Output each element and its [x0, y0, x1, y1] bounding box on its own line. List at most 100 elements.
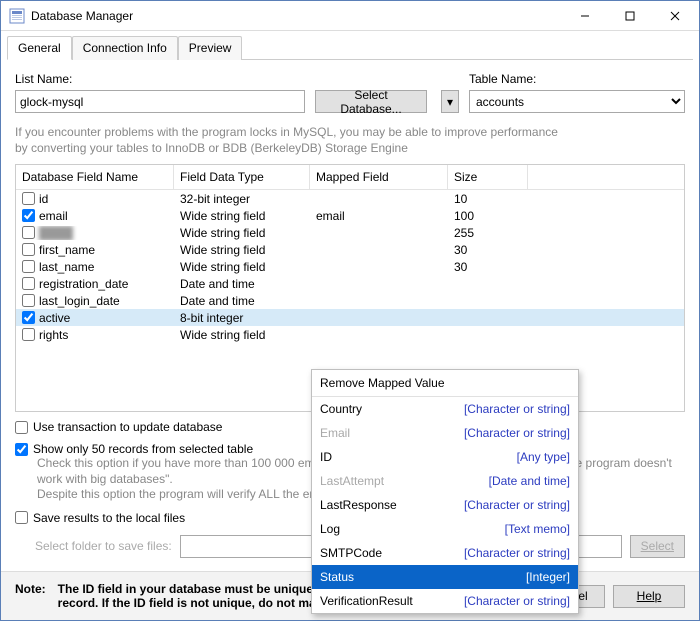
list-name-input[interactable]	[15, 90, 305, 113]
menu-item-type: [Character or string]	[464, 426, 570, 440]
field-size: 255	[448, 226, 528, 240]
table-row[interactable]: registration_date Date and time	[16, 275, 684, 292]
table-row[interactable]: last_name Wide string field 30	[16, 258, 684, 275]
menu-item: LastAttempt[Date and time]	[312, 469, 578, 493]
field-type: Date and time	[174, 294, 310, 308]
row-checkbox[interactable]	[22, 192, 35, 205]
menu-item[interactable]: LastResponse[Character or string]	[312, 493, 578, 517]
table-row[interactable]: id 32-bit integer 10	[16, 190, 684, 207]
col-header-size[interactable]: Size	[448, 165, 528, 189]
field-type: Wide string field	[174, 243, 310, 257]
table-row[interactable]: ████ Wide string field 255	[16, 224, 684, 241]
field-type: Wide string field	[174, 328, 310, 342]
tab-general[interactable]: General	[7, 36, 72, 60]
menu-item-name: VerificationResult	[320, 594, 464, 608]
field-name: email	[39, 209, 68, 223]
row-checkbox[interactable]	[22, 243, 35, 256]
help-button[interactable]: Help	[613, 585, 685, 608]
menu-item[interactable]: SMTPCode[Character or string]	[312, 541, 578, 565]
field-type: Date and time	[174, 277, 310, 291]
row-checkbox[interactable]	[22, 260, 35, 273]
use-transaction-checkbox[interactable]	[15, 421, 28, 434]
chevron-down-icon: ▾	[447, 95, 453, 109]
field-type: Wide string field	[174, 260, 310, 274]
field-mapped: email	[310, 209, 448, 223]
app-window: Database Manager General Connection Info…	[0, 0, 700, 621]
table-name-select[interactable]: accounts	[469, 90, 685, 113]
row-checkbox[interactable]	[22, 328, 35, 341]
menu-item-name: Country	[320, 402, 464, 416]
field-name: registration_date	[39, 277, 128, 291]
folder-select-button: Select	[630, 535, 685, 558]
table-row[interactable]: last_login_dateDate and time	[16, 292, 684, 309]
menu-item: Email[Character or string]	[312, 421, 578, 445]
field-size: 30	[448, 243, 528, 257]
menu-item-type: [Character or string]	[464, 546, 570, 560]
menu-item-name: Log	[320, 522, 505, 536]
app-icon	[9, 8, 25, 24]
menu-item-type: [Any type]	[517, 450, 570, 464]
field-size: 30	[448, 260, 528, 274]
field-name: ████	[39, 226, 73, 240]
row-checkbox[interactable]	[22, 311, 35, 324]
field-type: 32-bit integer	[174, 192, 310, 206]
select-database-button[interactable]: Select Database...	[315, 90, 427, 113]
tab-content: List Name: Select Database... ▾ Table Na…	[1, 60, 699, 571]
note-label: Note:	[15, 582, 46, 610]
window-title: Database Manager	[31, 9, 562, 23]
menu-item-name: LastAttempt	[320, 474, 489, 488]
field-name: rights	[39, 328, 68, 342]
field-name: first_name	[39, 243, 95, 257]
maximize-button[interactable]	[607, 1, 652, 30]
table-body: id32-bit integer10emailWide string field…	[16, 190, 684, 343]
row-checkbox[interactable]	[22, 209, 35, 222]
field-size: 10	[448, 192, 528, 206]
tab-preview[interactable]: Preview	[178, 36, 243, 60]
field-name: active	[39, 311, 70, 325]
col-header-type[interactable]: Field Data Type	[174, 165, 310, 189]
engine-hint: If you encounter problems with the progr…	[15, 125, 685, 156]
row-checkbox[interactable]	[22, 294, 35, 307]
table-row[interactable]: first_name Wide string field 30	[16, 241, 684, 258]
field-type: Wide string field	[174, 209, 310, 223]
mapped-value-menu[interactable]: Remove Mapped Value Country[Character or…	[311, 369, 579, 614]
folder-label: Select folder to save files:	[35, 539, 172, 553]
top-form-row: List Name: Select Database... ▾ Table Na…	[15, 72, 685, 113]
table-row[interactable]: emailWide string fieldemail100	[16, 207, 684, 224]
menu-item[interactable]: Log[Text memo]	[312, 517, 578, 541]
field-type: Wide string field	[174, 226, 310, 240]
field-name: last_name	[39, 260, 94, 274]
menu-item[interactable]: Status[Integer]	[312, 565, 578, 589]
table-header: Database Field Name Field Data Type Mapp…	[16, 165, 684, 190]
menu-item-name: Email	[320, 426, 464, 440]
menu-header[interactable]: Remove Mapped Value	[312, 370, 578, 397]
table-name-label: Table Name:	[469, 72, 685, 86]
menu-item-name: ID	[320, 450, 517, 464]
menu-item[interactable]: ID[Any type]	[312, 445, 578, 469]
list-name-label: List Name:	[15, 72, 307, 86]
close-button[interactable]	[652, 1, 697, 30]
minimize-button[interactable]	[562, 1, 607, 30]
field-name: id	[39, 192, 48, 206]
tab-connection-info[interactable]: Connection Info	[72, 36, 178, 60]
col-header-mapped[interactable]: Mapped Field	[310, 165, 448, 189]
col-header-name[interactable]: Database Field Name	[16, 165, 174, 189]
select-database-dropdown[interactable]: ▾	[441, 90, 459, 113]
titlebar[interactable]: Database Manager	[1, 1, 699, 31]
row-checkbox[interactable]	[22, 277, 35, 290]
menu-item-name: LastResponse	[320, 498, 464, 512]
menu-item-type: [Integer]	[526, 570, 570, 584]
menu-item-name: SMTPCode	[320, 546, 464, 560]
save-results-checkbox[interactable]	[15, 511, 28, 524]
menu-item-type: [Date and time]	[489, 474, 570, 488]
menu-item-type: [Text memo]	[505, 522, 570, 536]
table-row[interactable]: rights Wide string field	[16, 326, 684, 343]
field-type: 8-bit integer	[174, 311, 310, 325]
table-row[interactable]: active 8-bit integer	[16, 309, 684, 326]
select-database-label: Select Database...	[326, 88, 416, 116]
show-only-50-checkbox[interactable]	[15, 443, 28, 456]
row-checkbox[interactable]	[22, 226, 35, 239]
menu-item-type: [Character or string]	[464, 594, 570, 608]
menu-item[interactable]: Country[Character or string]	[312, 397, 578, 421]
menu-item[interactable]: VerificationResult[Character or string]	[312, 589, 578, 613]
